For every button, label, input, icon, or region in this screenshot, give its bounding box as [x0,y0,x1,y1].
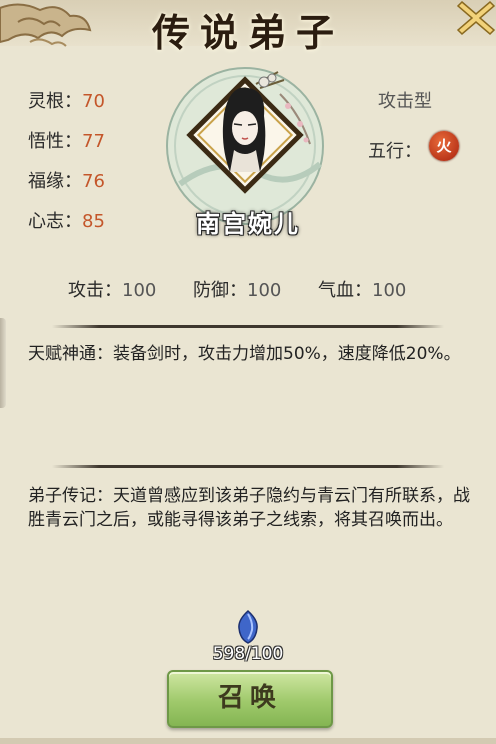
attribute-label: 福缘： [28,171,82,192]
character-type: 攻击型 [378,91,432,112]
divider [52,325,444,328]
combat-label: 攻击： [68,280,122,301]
talent-description: 天赋神通：装备剑时，攻击力增加50%，速度降低20%。 [28,344,461,364]
combat-stat-hp: 气血：100 [318,276,406,302]
page-title: 传说弟子 [151,10,344,55]
combat-value: 100 [372,280,407,301]
attribute-wuxing-insight: 悟性：77 [28,127,105,153]
fire-element-icon: 火 [429,131,459,161]
disciple-panel: 传说弟子 灵根：70 悟性：77 福缘：76 心志：85 南宫婉儿 攻击型 五行… [0,0,496,744]
combat-value: 100 [122,280,157,301]
close-x-icon[interactable] [456,0,496,38]
summon-counter: 598/100 [212,644,284,664]
attribute-label: 灵根： [28,91,82,112]
wuxing-label: 五行： [368,141,422,162]
blue-crystal-icon [238,610,258,644]
attribute-fuyuan: 福缘：76 [28,167,105,193]
combat-stat-defense: 防御：100 [193,276,281,302]
combat-stat-attack: 攻击：100 [68,276,156,302]
combat-value: 100 [247,280,282,301]
divider [52,465,444,468]
attribute-linggen: 灵根：70 [28,87,105,113]
attribute-label: 悟性： [28,131,82,152]
attribute-value: 70 [82,91,105,112]
character-name: 南宫婉儿 [196,209,300,238]
biography-description: 弟子传记：天道曾感应到该弟子隐约与青云门有所联系，战胜青云门之后，或能寻得该弟子… [28,486,470,530]
scroll-edge [0,318,6,408]
summon-button[interactable]: 召唤 [167,670,333,728]
combat-label: 防御： [193,280,247,301]
attribute-value: 77 [82,131,105,152]
attribute-value: 76 [82,171,105,192]
summon-button-label: 召唤 [217,683,282,713]
bottom-border [0,738,496,744]
combat-label: 气血： [318,280,372,301]
